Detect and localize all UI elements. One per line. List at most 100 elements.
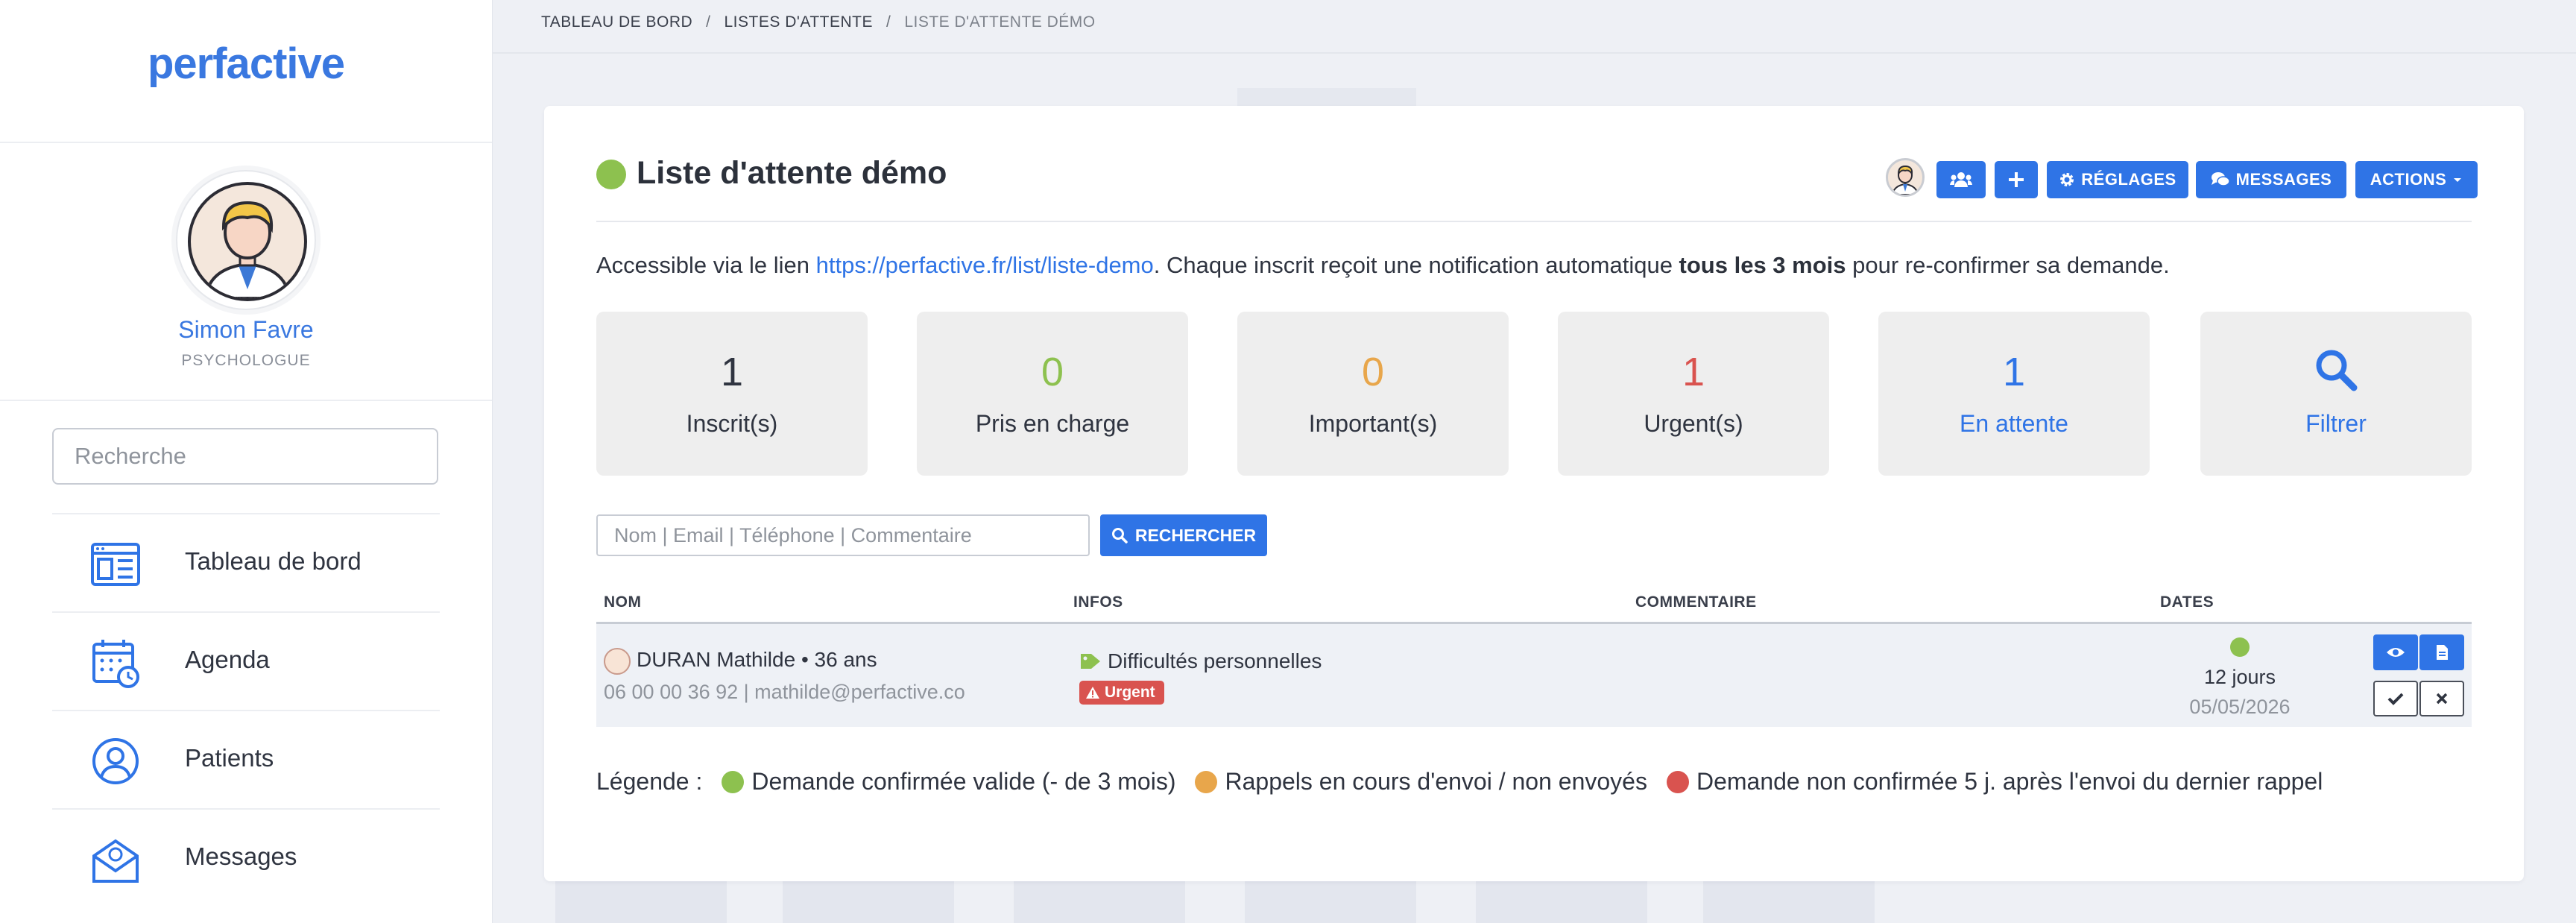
sidebar: perfactive Simon Favre PSYCHOLOGUE Table…	[0, 0, 493, 923]
legend-item: Rappels en cours d'envoi / non envoyés	[1225, 768, 1647, 795]
list-status-dot	[596, 160, 626, 189]
stat-value: 1	[2002, 350, 2026, 394]
urgent-badge-label: Urgent	[1105, 684, 1155, 701]
page-title: Liste d'attente démo	[637, 155, 947, 191]
legend-title: Légende :	[596, 768, 703, 795]
column-header-infos[interactable]: INFOS	[1073, 593, 1123, 611]
confirmation-status-dot	[2230, 637, 2250, 657]
nav-item-messages[interactable]: Messages	[52, 808, 440, 907]
actions-dropdown[interactable]: ACTIONS	[2355, 161, 2478, 198]
patient-name[interactable]: DURAN Mathilde • 36 ans	[637, 648, 877, 672]
breadcrumb-item[interactable]: LISTES D'ATTENTE	[724, 13, 873, 31]
patient-search-input[interactable]	[596, 514, 1090, 556]
breadcrumb-separator: /	[886, 13, 891, 31]
nav-item-agenda[interactable]: Agenda	[52, 611, 440, 710]
stat-urgent[interactable]: 1 Urgent(s)	[1558, 312, 1829, 476]
column-header-name[interactable]: NOM	[604, 593, 642, 611]
stat-value: 0	[1041, 350, 1064, 394]
stat-label: Pris en charge	[975, 410, 1130, 437]
background-shape	[1476, 881, 1647, 923]
sidebar-divider	[0, 400, 492, 401]
public-list-link[interactable]: https://perfactive.fr/list/liste-demo	[816, 252, 1154, 278]
column-header-comment[interactable]: COMMENTAIRE	[1635, 593, 1757, 611]
breadcrumb-current: LISTE D'ATTENTE DÉMO	[904, 13, 1096, 31]
accept-button[interactable]	[2373, 681, 2418, 716]
stat-label: Important(s)	[1308, 410, 1438, 437]
profile-name[interactable]: Simon Favre	[0, 316, 492, 344]
stat-label: En attente	[1960, 410, 2068, 437]
search-icon	[1111, 528, 1128, 544]
perfactive-logo[interactable]: perfactive	[0, 39, 492, 89]
breadcrumb-separator: /	[706, 13, 711, 31]
stat-taken-care[interactable]: 0 Pris en charge	[917, 312, 1188, 476]
legend-item: Demande non confirmée 5 j. après l'envoi…	[1696, 768, 2323, 795]
profile-role: PSYCHOLOGUE	[181, 352, 311, 369]
owner-avatar[interactable]	[1886, 158, 1925, 197]
breadcrumb-item[interactable]: TABLEAU DE BORD	[541, 13, 692, 31]
background-shape	[555, 881, 727, 923]
plus-icon	[2009, 172, 2024, 187]
background-shape	[783, 881, 954, 923]
legend-dot-orange	[1195, 770, 1218, 793]
description-text: Accessible via le lien	[596, 252, 816, 278]
add-button[interactable]	[1995, 161, 2038, 198]
description-text: pour re-confirmer sa demande.	[1846, 252, 2170, 278]
nav-label: Tableau de bord	[185, 547, 362, 575]
breadcrumb: TABLEAU DE BORD / LISTES D'ATTENTE / LISTE D…	[541, 13, 1096, 31]
user-icon	[92, 738, 139, 784]
document-button[interactable]	[2419, 634, 2464, 670]
search-button[interactable]: RECHERCHER	[1100, 514, 1267, 556]
mail-icon	[92, 839, 139, 883]
remove-button[interactable]	[2419, 681, 2464, 716]
nav-item-dashboard[interactable]: Tableau de bord	[52, 513, 440, 611]
stat-registered[interactable]: 1 Inscrit(s)	[596, 312, 868, 476]
sidebar-search-input[interactable]	[52, 428, 438, 485]
registration-date: 05/05/2026	[2189, 696, 2291, 718]
stat-label: Inscrit(s)	[686, 410, 778, 437]
chat-icon	[2211, 172, 2230, 186]
description-text: . Chaque inscrit reçoit une notification…	[1153, 252, 1679, 278]
list-description: Accessible via le lien https://perfactiv…	[596, 252, 2170, 279]
waiting-list-card: Liste d'attente démo RÉGLAGES MESSAGES A…	[544, 106, 2524, 881]
patient-avatar	[604, 648, 631, 675]
background-shape	[1014, 881, 1185, 923]
stat-value: 0	[1361, 350, 1385, 394]
caret-down-icon	[2454, 178, 2462, 182]
table-row[interactable]: DURAN Mathilde • 36 ans 06 00 00 36 92 |…	[596, 624, 2472, 727]
file-icon	[2437, 645, 2448, 660]
legend-dot-green	[722, 770, 745, 793]
stat-value: 1	[1682, 350, 1705, 394]
users-button[interactable]	[1936, 161, 1986, 198]
actions-label: ACTIONS	[2370, 170, 2447, 189]
nav-label: Messages	[185, 842, 297, 870]
waiting-duration: 12 jours	[2203, 666, 2276, 688]
patient-tag: Difficultés personnelles	[1108, 649, 1322, 672]
stat-label: Urgent(s)	[1644, 410, 1743, 437]
warning-icon	[1086, 687, 1099, 699]
search-icon	[2316, 350, 2358, 391]
column-header-dates[interactable]: DATES	[2160, 593, 2214, 611]
nav-item-patients[interactable]: Patients	[52, 710, 440, 808]
stat-important[interactable]: 0 Important(s)	[1237, 312, 1509, 476]
search-button-label: RECHERCHER	[1134, 525, 1257, 545]
close-icon	[2436, 693, 2448, 705]
card-header-divider	[596, 221, 2472, 222]
urgent-badge: Urgent	[1079, 681, 1164, 705]
messages-button[interactable]: MESSAGES	[2196, 161, 2346, 198]
settings-button[interactable]: RÉGLAGES	[2047, 161, 2188, 198]
users-icon	[1950, 172, 1972, 187]
stat-value: 1	[720, 350, 744, 394]
check-icon	[2387, 693, 2404, 705]
sidebar-divider	[0, 142, 492, 143]
view-button[interactable]	[2373, 634, 2418, 670]
background-shape	[1703, 881, 1875, 923]
stat-waiting[interactable]: 1 En attente	[1878, 312, 2150, 476]
background-shape	[1237, 88, 1416, 106]
profile-avatar[interactable]	[176, 170, 316, 310]
nav-label: Patients	[185, 744, 274, 772]
dashboard-icon	[91, 543, 140, 586]
legend-dot-red	[1666, 770, 1689, 793]
legend: Légende : Demande confirmée valide (- de…	[596, 768, 2323, 796]
gear-icon	[2060, 173, 2074, 186]
filter-tile[interactable]: Filtrer	[2200, 312, 2472, 476]
